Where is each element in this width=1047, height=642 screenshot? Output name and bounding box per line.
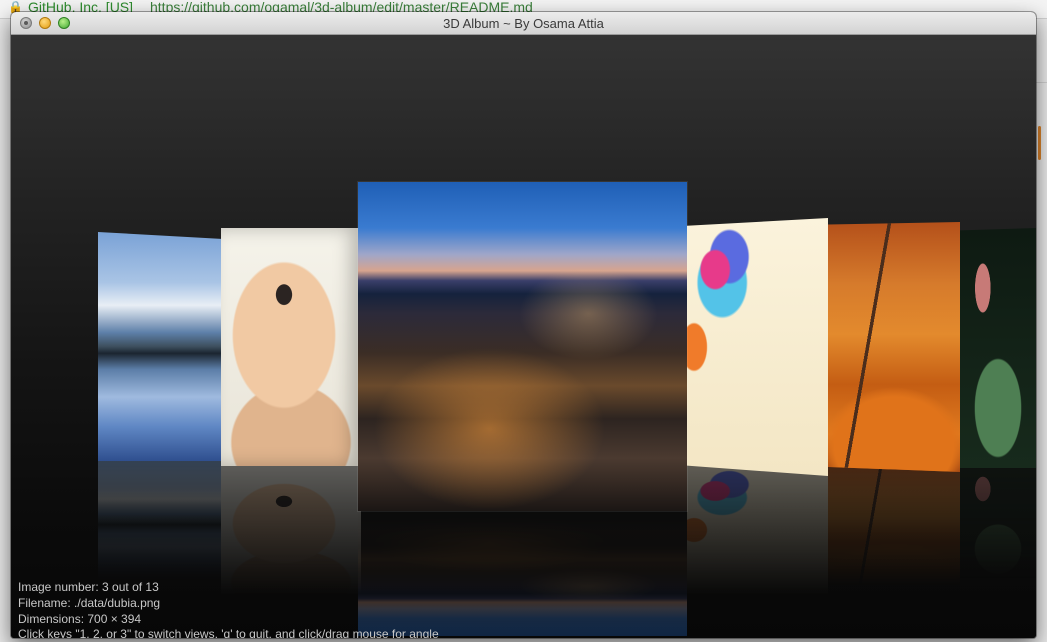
photo-reflection [687, 465, 828, 595]
background-divider [1035, 82, 1047, 83]
dubai-city-night-photo[interactable] [358, 182, 687, 511]
help-text: Click keys "1, 2, or 3" to switch views,… [18, 627, 439, 638]
image-number-text: Image number: 3 out of 13 [18, 580, 159, 594]
photo-reflection [960, 459, 1036, 579]
photo-reflection [221, 465, 361, 595]
baby-photo[interactable] [221, 228, 361, 466]
photo-reflection [98, 461, 221, 581]
lake-mountains-photo[interactable] [98, 232, 221, 461]
filename-text: Filename: ./data/dubia.png [18, 595, 161, 610]
album-3d-viewport[interactable]: Image number: 3 out of 13 Filename: ./da… [11, 35, 1036, 638]
statue-photo[interactable] [960, 228, 1036, 468]
photo-reflection [828, 461, 960, 586]
album-window: 3D Album ~ By Osama Attia Image number: … [11, 12, 1036, 638]
image-info-panel: Image number: 3 out of 13 Filename: ./da… [18, 580, 439, 638]
title-bar[interactable]: 3D Album ~ By Osama Attia [11, 12, 1036, 35]
autumn-park-bench-photo[interactable] [828, 222, 960, 472]
dimensions-text: Dimensions: 700 × 394 [18, 611, 142, 626]
background-scroll-accent [1038, 126, 1041, 160]
window-title: 3D Album ~ By Osama Attia [443, 16, 604, 31]
colorful-swirl-photo[interactable] [687, 218, 828, 476]
